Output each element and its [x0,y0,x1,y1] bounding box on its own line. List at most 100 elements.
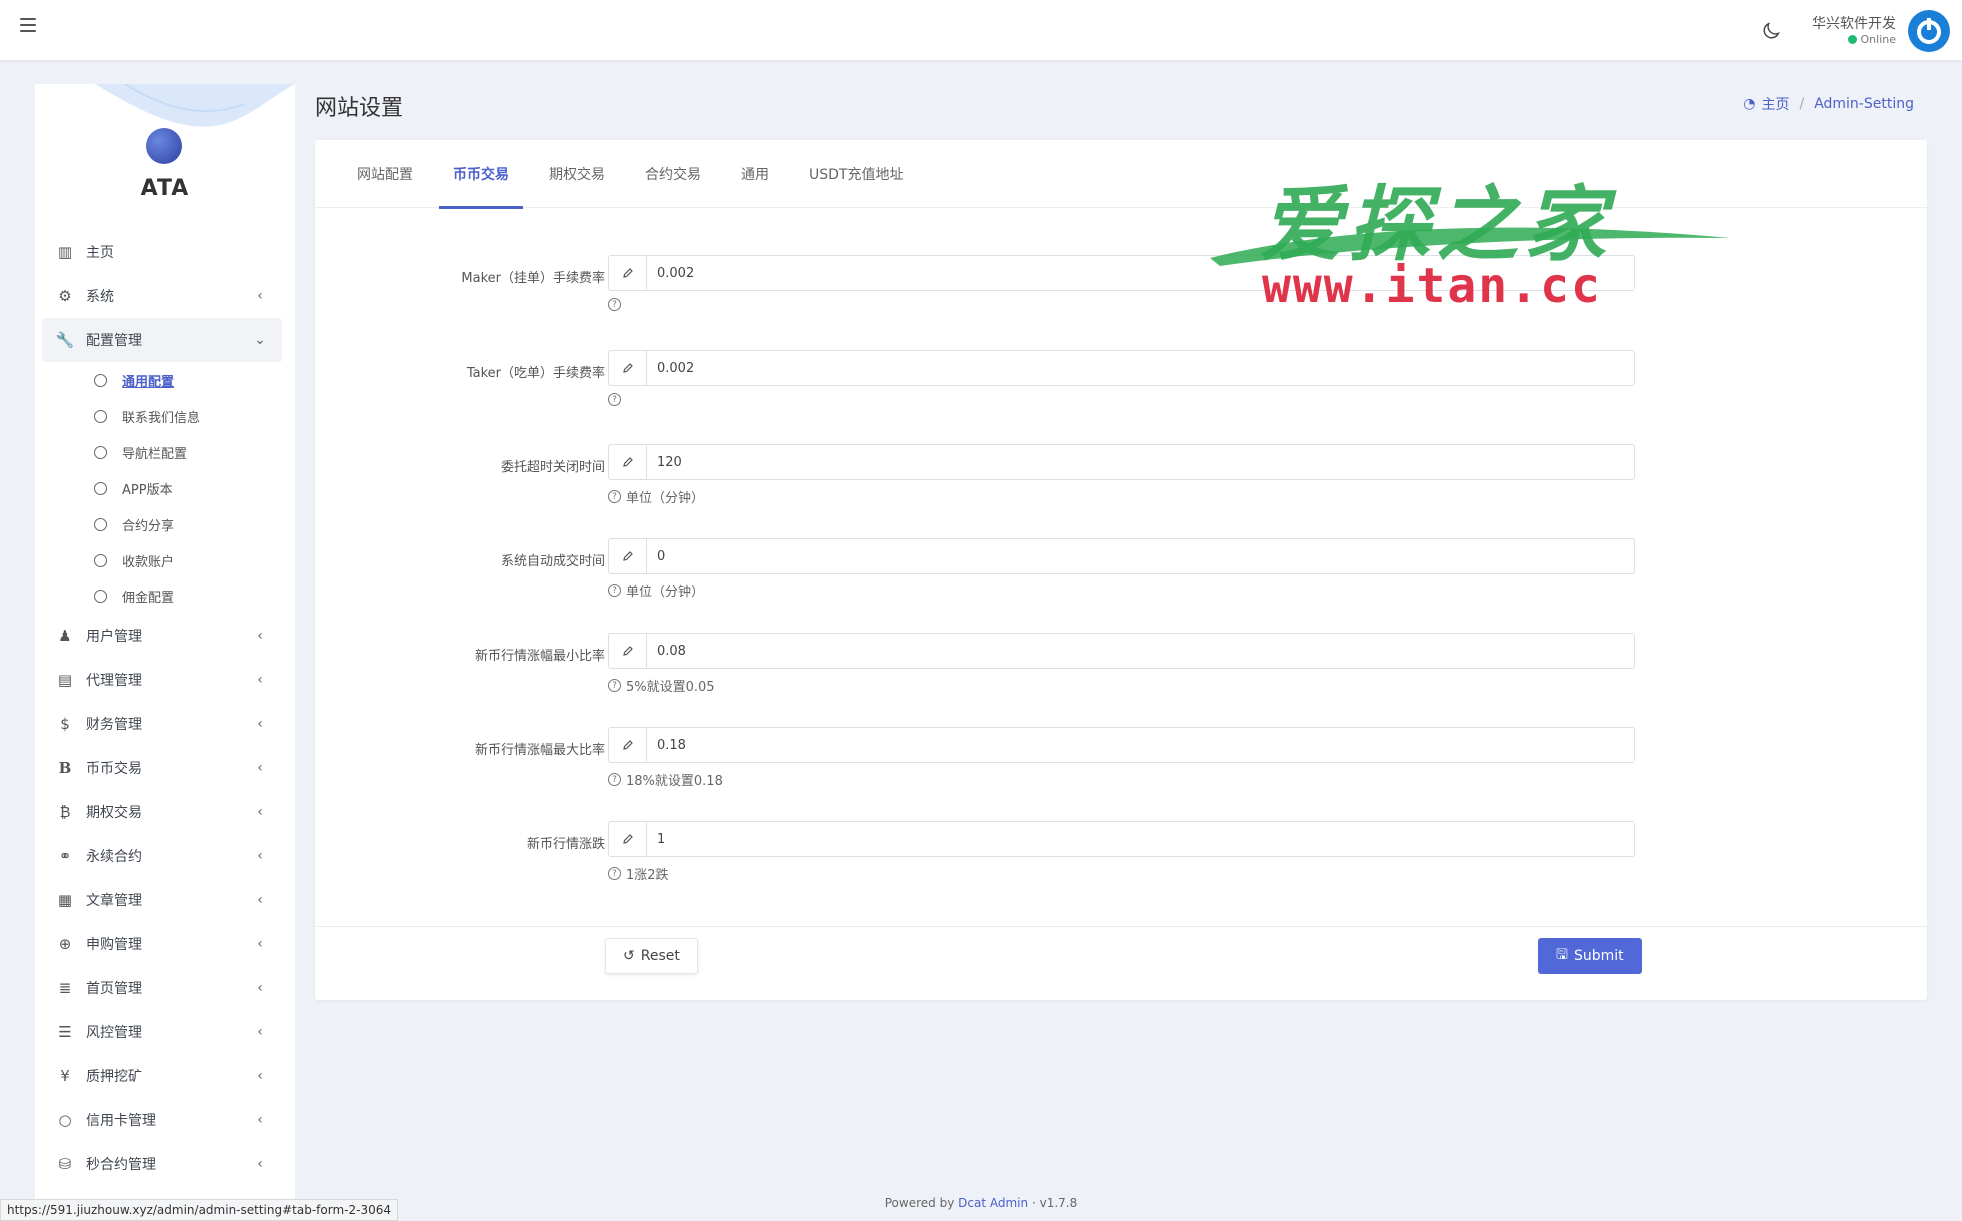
breadcrumb-separator: / [1799,96,1805,112]
sidebar-item-credit-card[interactable]: ○ 信用卡管理 ‹ [42,1098,282,1142]
submit-label: Submit [1573,948,1624,964]
sidebar-item-agents[interactable]: ▤ 代理管理 ‹ [42,658,282,702]
question-circle-icon: ? [608,867,621,880]
sidebar-item-homepage[interactable]: ≣ 首页管理 ‹ [42,966,282,1010]
undo-icon: ↺ [623,948,635,964]
sidebar-item-subscription[interactable]: ⊕ 申购管理 ‹ [42,922,282,966]
sidebar-item-label: 主页 [86,245,114,261]
sidebar-item-label: 系统 [86,289,114,305]
dark-mode-moon-icon[interactable] [1760,20,1782,42]
sub-item-payment-accounts[interactable]: 收款账户 [42,542,282,578]
order-timeout-help: ? 单位（分钟） [608,487,704,506]
max-rise-ratio-input[interactable] [647,728,1634,762]
chevron-down-icon: ⌄ [254,332,266,348]
reset-button[interactable]: ↺ Reset [605,938,698,974]
submit-button[interactable]: 🖫 Submit [1538,938,1642,974]
reset-label: Reset [640,948,680,964]
sidebar-item-label: 文章管理 [86,893,142,909]
link-icon: ⚭ [58,847,72,865]
max-rise-ratio-group [608,727,1635,763]
auto-fill-time-input[interactable] [647,539,1634,573]
menu-toggle-icon[interactable] [20,18,36,32]
sub-item-app-version[interactable]: APP版本 [42,470,282,506]
pencil-icon [609,634,647,668]
rise-fall-input[interactable] [647,822,1634,856]
tab-usdt-address[interactable]: USDT充值地址 [809,140,903,208]
sub-item-general-config[interactable]: 通用配置 [42,362,282,398]
sidebar-item-label: 配置管理 [86,333,142,349]
user-name[interactable]: 华兴软件开发 [1812,13,1896,33]
rise-fall-label: 新币行情涨跌 [526,837,605,852]
footer-link[interactable]: Dcat Admin [958,1196,1028,1210]
footer-prefix: Powered by [884,1196,955,1210]
sidebar-item-label: 代理管理 [86,673,142,689]
sidebar-item-label: 秒合约管理 [86,1157,156,1173]
order-timeout-input[interactable] [647,445,1634,479]
sub-item-label: APP版本 [122,482,173,498]
tab-contract-trading[interactable]: 合约交易 [645,140,701,208]
online-dot-icon [1847,35,1857,44]
chevron-left-icon: ‹ [257,1024,263,1040]
sidebar-item-label: 用户管理 [86,629,142,645]
pencil-icon [609,445,647,479]
save-icon: 🖫 [1556,947,1568,963]
chevron-left-icon: ‹ [257,1112,263,1128]
maker-fee-input[interactable] [647,256,1634,290]
yen-icon: ¥ [60,1067,70,1085]
user-status: Online [1847,33,1896,46]
sidebar-item-label: 币币交易 [86,761,142,777]
breadcrumb-home[interactable]: 主页 [1761,94,1789,114]
maker-fee-help: ? [608,298,626,311]
sub-item-label: 联系我们信息 [122,410,201,426]
question-circle-icon: ? [608,584,621,597]
sidebar-item-second-contract[interactable]: ⛁ 秒合约管理 ‹ [42,1142,282,1186]
sidebar-item-label: 期权交易 [86,805,142,821]
tab-options-trading[interactable]: 期权交易 [549,140,605,208]
bitcoin-icon: ₿ [59,803,71,821]
taker-fee-input[interactable] [647,351,1634,385]
sidebar-item-label: 首页管理 [86,981,142,997]
tab-general[interactable]: 通用 [741,140,769,208]
help-text: 单位（分钟） [626,491,705,506]
breadcrumb: ◔ 主页 / Admin-Setting [1743,94,1914,114]
sidebar-item-system[interactable]: ⚙ 系统 ‹ [42,274,282,318]
footer-dot: · [1031,1196,1036,1210]
sub-item-label: 导航栏配置 [122,446,188,462]
tab-site-config[interactable]: 网站配置 [357,140,413,208]
order-timeout-label: 委托超时关闭时间 [500,460,605,475]
question-circle-icon: ? [608,490,621,503]
tab-spot-trading[interactable]: 币币交易 [439,140,523,209]
sidebar-item-finance[interactable]: $ 财务管理 ‹ [42,702,282,746]
sidebar-item-options[interactable]: ₿ 期权交易 ‹ [42,790,282,834]
maker-fee-label: Maker（挂单）手续费率 [461,271,605,286]
sidebar-item-spot-trading[interactable]: B 币币交易 ‹ [42,746,282,790]
sub-item-contact-info[interactable]: 联系我们信息 [42,398,282,434]
rise-fall-help: ? 1涨2跌 [608,864,669,883]
sidebar-item-home[interactable]: ▥ 主页 [42,230,282,274]
circle-icon [94,373,107,387]
sidebar-item-articles[interactable]: ▦ 文章管理 ‹ [42,878,282,922]
pencil-icon [609,539,647,573]
help-text: 5%就设置0.05 [626,680,715,695]
indent-icon: ☰ [58,1023,72,1041]
sidebar-item-risk-control[interactable]: ☰ 风控管理 ‹ [42,1010,282,1054]
sidebar-item-config[interactable]: 🔧 配置管理 ⌄ [42,318,282,362]
min-rise-ratio-input[interactable] [647,634,1634,668]
sub-item-label: 合约分享 [122,518,175,534]
brand-logo-icon [146,128,182,164]
sidebar-item-users[interactable]: ♟ 用户管理 ‹ [42,614,282,658]
sub-item-contract-share[interactable]: 合约分享 [42,506,282,542]
chevron-left-icon: ‹ [257,672,263,688]
rise-fall-group [608,821,1635,857]
question-circle-icon: ? [608,773,621,786]
taker-fee-label: Taker（吃单）手续费率 [466,366,605,381]
circle-icon [94,445,107,459]
avatar[interactable] [1908,10,1950,52]
sub-item-nav-config[interactable]: 导航栏配置 [42,434,282,470]
sidebar-item-label: 信用卡管理 [86,1113,156,1129]
sidebar-item-perpetual[interactable]: ⚭ 永续合约 ‹ [42,834,282,878]
sidebar-item-staking[interactable]: ¥ 质押挖矿 ‹ [42,1054,282,1098]
circle-icon [94,553,107,567]
sub-item-commission-config[interactable]: 佣金配置 [42,578,282,614]
sub-item-label: 通用配置 [122,374,175,390]
